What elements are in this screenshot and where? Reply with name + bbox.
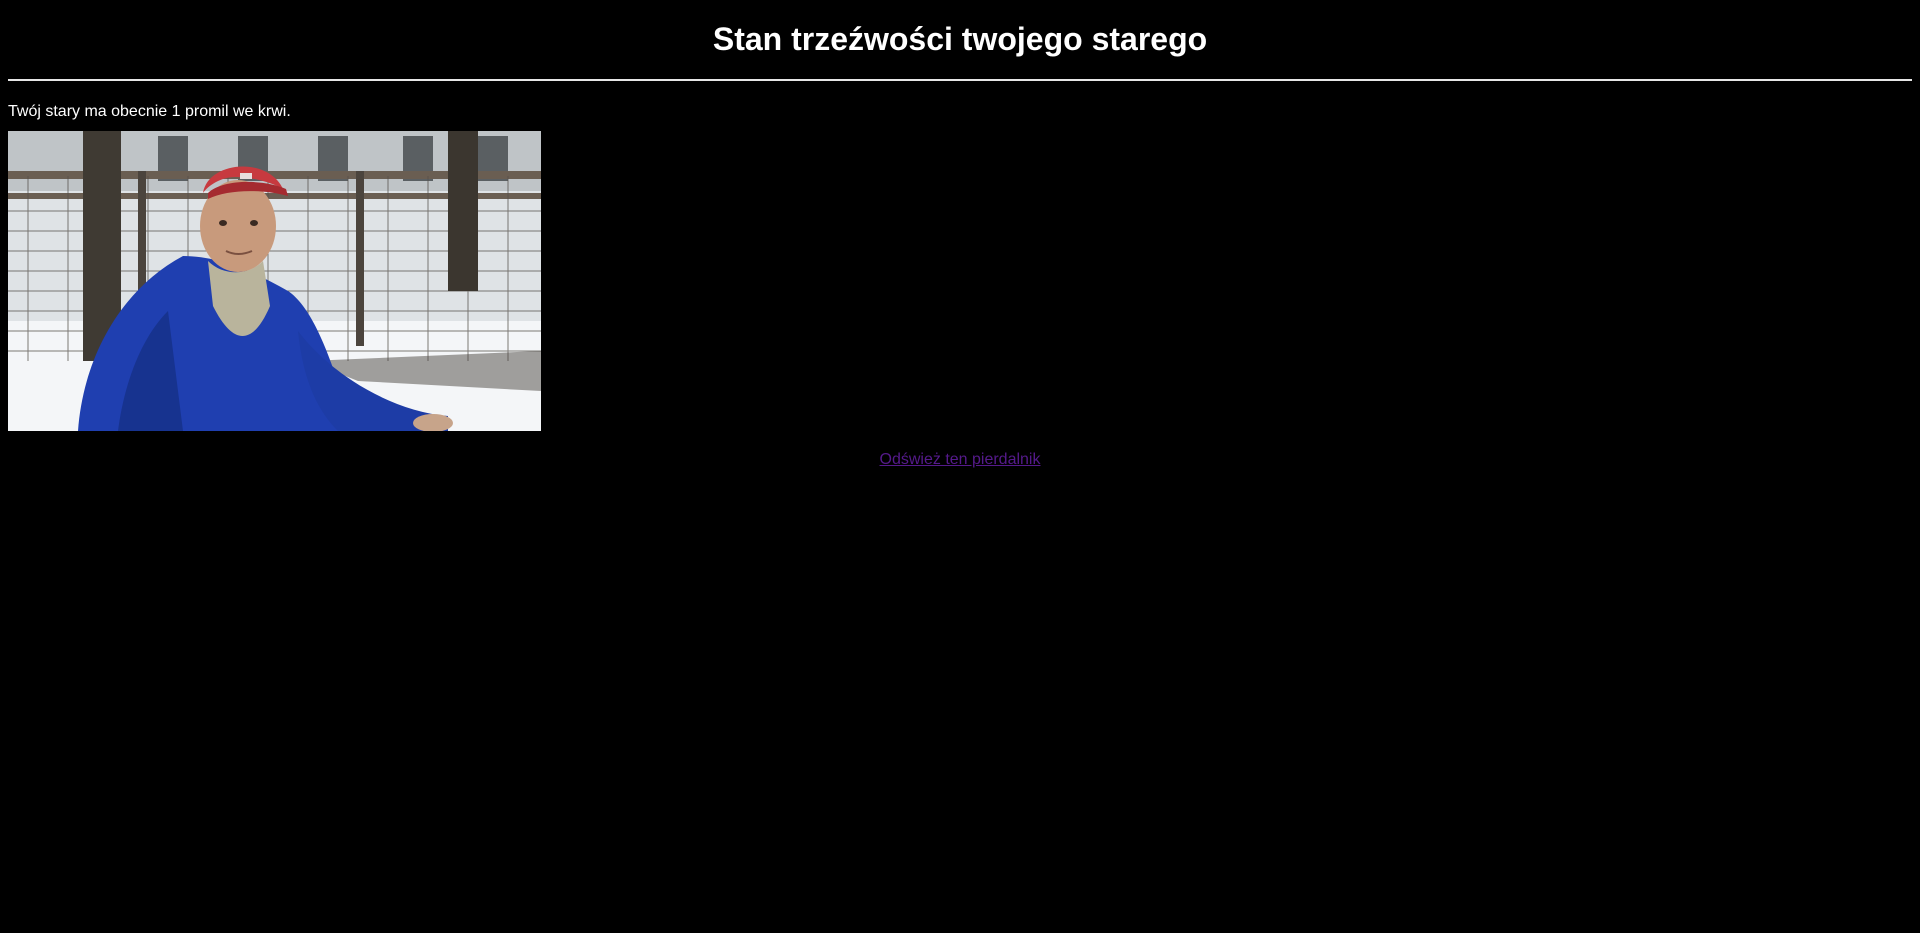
page-title: Stan trzeźwości twojego starego	[712, 21, 1208, 57]
refresh-container: Odśwież ten pierdalnik	[8, 450, 1912, 470]
page: Stan trzeźwości twojego starego Twój sta…	[0, 0, 1920, 470]
divider	[8, 79, 1912, 81]
refresh-link[interactable]: Odśwież ten pierdalnik	[880, 451, 1041, 468]
status-text: Twój stary ma obecnie 1 promil we krwi.	[8, 103, 291, 120]
photo-image	[8, 131, 541, 431]
photo-illustration	[8, 131, 541, 431]
